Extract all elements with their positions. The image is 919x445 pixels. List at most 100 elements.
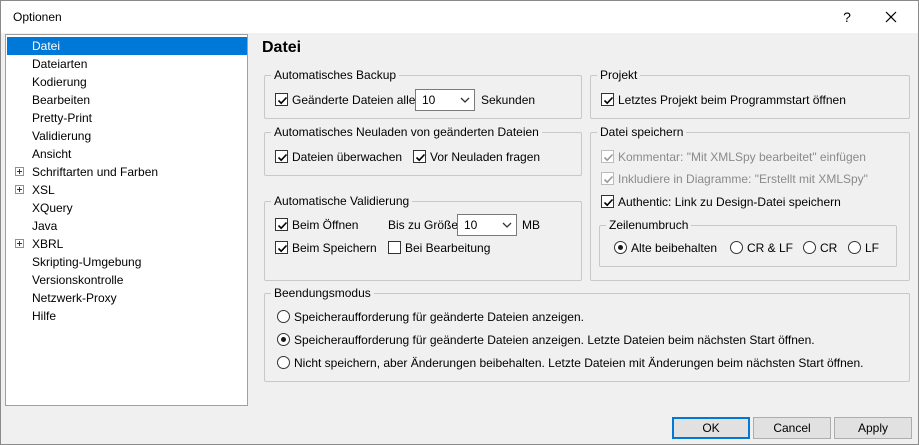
sidebar-item-label: Java <box>32 219 58 233</box>
checkbox-box <box>601 195 614 208</box>
linebreak-keep-radio[interactable]: Alte beibehalten <box>614 239 717 257</box>
radio-label: Nicht speichern, aber Änderungen beibeha… <box>294 356 864 370</box>
options-dialog: Optionen ? Datei Dateiarten Kodierung Be… <box>0 0 919 445</box>
checkbox-box <box>601 172 614 185</box>
checkbox-box <box>275 218 288 231</box>
checkbox-label: Kommentar: "Mit XMLSpy bearbeitet" einfü… <box>618 150 866 164</box>
group-label: Datei speichern <box>597 125 687 139</box>
checkbox-box <box>601 150 614 163</box>
radio-dot <box>277 356 290 369</box>
checkbox-label: Authentic: Link zu Design-Datei speicher… <box>618 195 841 209</box>
watch-files-checkbox[interactable]: Dateien überwachen <box>275 148 402 166</box>
chevron-down-icon <box>502 222 512 228</box>
check-icon <box>603 96 614 105</box>
validation-group: Automatische Validierung Beim Öffnen Bis… <box>264 194 582 281</box>
group-label: Zeilenumbruch <box>606 218 692 232</box>
sidebar-item-schriftarten[interactable]: Schriftarten und Farben <box>7 163 247 181</box>
check-icon <box>415 153 426 162</box>
radio-label: LF <box>865 241 880 255</box>
sidebar-item-label: Validierung <box>32 129 92 143</box>
check-icon <box>277 153 288 162</box>
sidebar-item-xquery[interactable]: XQuery <box>7 199 247 217</box>
sidebar-item-skripting[interactable]: Skripting-Umgebung <box>7 253 247 271</box>
backup-interval-select[interactable]: 10 <box>415 89 475 111</box>
sidebar-item-label: Hilfe <box>32 309 57 323</box>
sidebar-item-bearbeiten[interactable]: Bearbeiten <box>7 91 247 109</box>
open-last-project-checkbox[interactable]: Letztes Projekt beim Programmstart öffne… <box>601 91 846 109</box>
sidebar-item-ansicht[interactable]: Ansicht <box>7 145 247 163</box>
expand-icon[interactable] <box>15 185 24 194</box>
radio-dot <box>277 333 290 346</box>
sidebar-item-netzwerk-proxy[interactable]: Netzwerk-Proxy <box>7 289 247 307</box>
sidebar-item-xsl[interactable]: XSL <box>7 181 247 199</box>
ask-before-reload-checkbox[interactable]: Vor Neuladen fragen <box>413 148 540 166</box>
authentic-link-checkbox[interactable]: Authentic: Link zu Design-Datei speicher… <box>601 193 841 211</box>
validate-on-edit-checkbox[interactable]: Bei Bearbeitung <box>388 239 490 257</box>
linebreak-crlf-radio[interactable]: CR & LF <box>730 239 793 257</box>
cancel-button[interactable]: Cancel <box>753 417 831 439</box>
check-icon <box>277 96 288 105</box>
sidebar-item-validierung[interactable]: Validierung <box>7 127 247 145</box>
check-icon <box>603 198 614 207</box>
close-icon <box>885 11 897 23</box>
checkbox-box <box>413 150 426 163</box>
radio-label: Speicheraufforderung für geänderte Datei… <box>294 310 584 324</box>
linebreak-cr-radio[interactable]: CR <box>803 239 837 257</box>
sidebar-item-kodierung[interactable]: Kodierung <box>7 73 247 91</box>
checkbox-label: Vor Neuladen fragen <box>430 150 541 164</box>
select-value: 10 <box>422 93 436 107</box>
save-file-group: Datei speichern Kommentar: "Mit XMLSpy b… <box>590 125 910 281</box>
expand-icon[interactable] <box>15 239 24 248</box>
reload-group: Automatisches Neuladen von geänderten Da… <box>264 125 582 176</box>
checkbox-label: Beim Speichern <box>292 241 377 255</box>
check-icon <box>603 153 614 162</box>
sidebar-item-hilfe[interactable]: Hilfe <box>7 307 247 325</box>
validate-on-save-checkbox[interactable]: Beim Speichern <box>275 239 377 257</box>
sidebar-item-label: Ansicht <box>32 147 72 161</box>
sidebar-item-label: Versionskontrolle <box>32 273 124 287</box>
window-title: Optionen <box>13 10 62 24</box>
checkbox-label: Inkludiere in Diagramme: "Erstellt mit X… <box>618 172 868 186</box>
exit-option-prompt-radio[interactable]: Speicheraufforderung für geänderte Datei… <box>277 308 584 326</box>
group-label: Projekt <box>597 68 641 82</box>
select-value: 10 <box>464 218 478 232</box>
check-icon <box>277 244 288 253</box>
sidebar-item-xbrl[interactable]: XBRL <box>7 235 247 253</box>
radio-label: CR & LF <box>747 241 794 255</box>
sidebar-item-label: Bearbeiten <box>32 93 91 107</box>
help-button[interactable]: ? <box>833 5 861 29</box>
sidebar-item-label: Skripting-Umgebung <box>32 255 142 269</box>
radio-dot <box>803 241 816 254</box>
backup-group: Automatisches Backup Geänderte Dateien a… <box>264 68 582 119</box>
category-tree[interactable]: Datei Dateiarten Kodierung Bearbeiten Pr… <box>5 34 248 406</box>
group-label: Automatische Validierung <box>271 194 413 208</box>
exit-option-keep-changes-radio[interactable]: Nicht speichern, aber Änderungen beibeha… <box>277 354 863 372</box>
sidebar-item-versionskontrolle[interactable]: Versionskontrolle <box>7 271 247 289</box>
validate-on-open-checkbox[interactable]: Beim Öffnen <box>275 216 358 234</box>
checkbox-label: Geänderte Dateien alle <box>292 93 416 107</box>
sidebar-item-dateiarten[interactable]: Dateiarten <box>7 55 247 73</box>
checkbox-box <box>275 150 288 163</box>
sidebar-item-label: XBRL <box>32 237 64 251</box>
radio-dot <box>277 310 290 323</box>
radio-dot <box>730 241 743 254</box>
insert-comment-checkbox: Kommentar: "Mit XMLSpy bearbeitet" einfü… <box>601 148 866 166</box>
backup-changed-files-checkbox[interactable]: Geänderte Dateien alle <box>275 91 415 109</box>
expand-icon[interactable] <box>15 167 24 176</box>
check-icon <box>603 175 614 184</box>
apply-button[interactable]: Apply <box>834 417 912 439</box>
checkbox-label: Dateien überwachen <box>292 150 403 164</box>
size-limit-select[interactable]: 10 <box>457 214 517 236</box>
sidebar-item-pretty-print[interactable]: Pretty-Print <box>7 109 247 127</box>
linebreak-lf-radio[interactable]: LF <box>848 239 879 257</box>
exit-option-prompt-reopen-radio[interactable]: Speicheraufforderung für geänderte Datei… <box>277 331 815 349</box>
sidebar-item-java[interactable]: Java <box>7 217 247 235</box>
seconds-label: Sekunden <box>481 93 536 107</box>
close-button[interactable] <box>877 5 905 29</box>
sidebar-item-label: Dateiarten <box>32 57 88 71</box>
sidebar-item-label: Kodierung <box>32 75 87 89</box>
sidebar-item-datei[interactable]: Datei <box>7 37 247 55</box>
sidebar-item-label: XQuery <box>32 201 73 215</box>
project-group: Projekt Letztes Projekt beim Programmsta… <box>590 68 910 119</box>
ok-button[interactable]: OK <box>672 417 750 439</box>
